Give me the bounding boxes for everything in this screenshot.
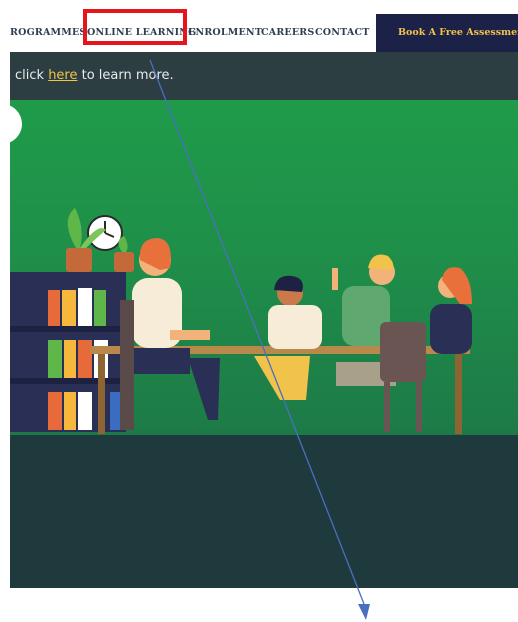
carousel-prev-control[interactable] xyxy=(10,104,22,144)
hero-illustration xyxy=(10,104,472,434)
hero-banner xyxy=(10,100,518,435)
dark-section xyxy=(10,435,518,588)
notice-bar: click here to learn more. xyxy=(10,52,518,100)
book-assessment-button[interactable]: Book A Free Assessment xyxy=(376,14,518,52)
nav-item-contact[interactable]: CONTACT xyxy=(315,14,369,52)
notice-text-before: click xyxy=(15,68,49,83)
highlight-box xyxy=(83,9,187,45)
arrow-head-icon xyxy=(358,604,370,620)
notice-link[interactable]: here xyxy=(48,68,77,83)
nav-item-programmes[interactable]: ROGRAMMES xyxy=(10,14,86,52)
person-center xyxy=(254,275,322,400)
notice-text-after: to learn more. xyxy=(77,68,174,83)
person-right-2 xyxy=(430,267,472,354)
nav-item-careers[interactable]: CAREERS xyxy=(261,14,314,52)
nav-item-enrolment[interactable]: ENROLMENT xyxy=(188,14,262,52)
person-left xyxy=(132,238,220,420)
